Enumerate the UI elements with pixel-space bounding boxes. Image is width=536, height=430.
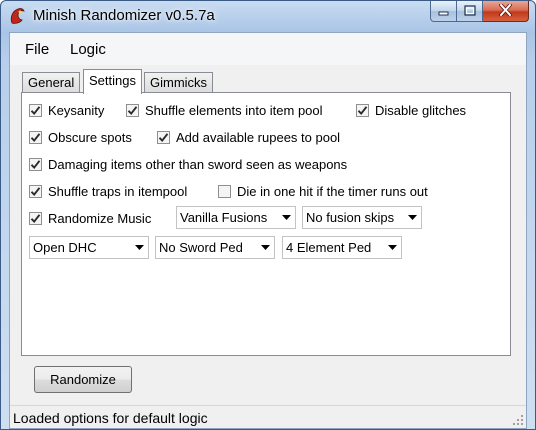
window-title: Minish Randomizer v0.5.7a <box>33 7 215 24</box>
chevron-down-icon <box>277 215 295 220</box>
shuffle-elements-label: Shuffle elements into item pool <box>145 102 323 118</box>
die-one-hit-label: Die in one hit if the timer runs out <box>237 183 428 199</box>
die-one-hit-option[interactable]: Die in one hit if the timer runs out <box>218 183 428 199</box>
checkmark-icon <box>158 132 169 142</box>
sword-ped-select[interactable]: No Sword Ped <box>155 236 275 259</box>
disable-glitches-checkbox[interactable] <box>356 103 369 117</box>
fusion-skips-select-value: No fusion skips <box>306 210 395 225</box>
fusion-skips-select[interactable]: No fusion skips <box>302 206 422 229</box>
checkmark-icon <box>357 105 368 115</box>
tab-gimmicks[interactable]: Gimmicks <box>144 72 214 93</box>
checkmark-icon <box>30 159 41 169</box>
status-text: Loaded options for default logic <box>13 410 208 426</box>
obscure-spots-option[interactable]: Obscure spots <box>29 129 132 145</box>
randomize-music-checkbox[interactable] <box>29 211 42 225</box>
add-rupees-checkbox[interactable] <box>157 130 170 144</box>
chevron-down-icon <box>256 245 274 250</box>
app-window: Minish Randomizer v0.5.7a File Logic Gen… <box>0 0 536 430</box>
obscure-spots-checkbox[interactable] <box>29 130 42 144</box>
damaging-items-checkbox[interactable] <box>29 157 42 171</box>
checkmark-icon <box>30 186 41 196</box>
menu-bar: File Logic <box>10 33 526 65</box>
shuffle-elements-checkbox[interactable] <box>126 103 139 117</box>
disable-glitches-label: Disable glitches <box>375 102 467 118</box>
resize-grip-icon[interactable] <box>512 414 524 426</box>
sword-ped-select-value: No Sword Ped <box>159 240 243 255</box>
shuffle-traps-label: Shuffle traps in itempool <box>48 183 188 199</box>
keysanity-label: Keysanity <box>48 102 105 118</box>
close-button[interactable] <box>483 1 529 22</box>
fusions-select[interactable]: Vanilla Fusions <box>176 206 296 229</box>
dhc-select[interactable]: Open DHC <box>29 236 149 259</box>
element-ped-select[interactable]: 4 Element Ped <box>282 236 402 259</box>
tab-settings[interactable]: Settings <box>83 69 142 94</box>
shuffle-traps-checkbox[interactable] <box>29 184 42 198</box>
randomize-music-label: Randomize Music <box>48 210 152 226</box>
maximize-button[interactable] <box>457 1 483 22</box>
fusions-select-value: Vanilla Fusions <box>180 210 268 225</box>
tab-general[interactable]: General <box>22 72 81 93</box>
shuffle-elements-option[interactable]: Shuffle elements into item pool <box>126 102 323 118</box>
maximize-icon <box>463 4 476 19</box>
randomize-music-option[interactable]: Randomize Music <box>29 210 151 226</box>
chevron-down-icon <box>383 245 401 250</box>
damaging-items-option[interactable]: Damaging items other than sword seen as … <box>29 156 347 172</box>
close-icon <box>499 2 512 19</box>
chevron-down-icon <box>403 215 421 220</box>
caption-buttons <box>430 1 529 22</box>
dhc-select-value: Open DHC <box>33 240 97 255</box>
checkmark-icon <box>127 105 138 115</box>
tab-strip: General Settings Gimmicks <box>10 69 526 94</box>
title-bar[interactable]: Minish Randomizer v0.5.7a <box>1 1 535 33</box>
minish-cap-icon <box>9 7 25 25</box>
keysanity-checkbox[interactable] <box>29 103 42 117</box>
damaging-items-label: Damaging items other than sword seen as … <box>48 156 348 172</box>
keysanity-option[interactable]: Keysanity <box>29 102 104 118</box>
die-one-hit-checkbox[interactable] <box>218 184 231 198</box>
menu-logic[interactable]: Logic <box>66 41 110 58</box>
element-ped-select-value: 4 Element Ped <box>286 240 372 255</box>
checkmark-icon <box>30 213 41 223</box>
minimize-button[interactable] <box>430 1 457 22</box>
status-bar: Loaded options for default logic <box>10 405 526 428</box>
shuffle-traps-option[interactable]: Shuffle traps in itempool <box>29 183 187 199</box>
disable-glitches-option[interactable]: Disable glitches <box>356 102 466 118</box>
settings-panel: Keysanity Shuffle elements into item poo… <box>21 92 511 356</box>
chevron-down-icon <box>130 245 148 250</box>
checkmark-icon <box>30 132 41 142</box>
menu-file[interactable]: File <box>21 41 53 58</box>
randomize-button[interactable]: Randomize <box>34 366 132 393</box>
checkmark-icon <box>30 105 41 115</box>
minimize-icon <box>438 4 449 19</box>
add-rupees-option[interactable]: Add available rupees to pool <box>157 129 340 145</box>
client-area: File Logic General Settings Gimmicks Key… <box>9 32 527 429</box>
obscure-spots-label: Obscure spots <box>48 129 132 145</box>
add-rupees-label: Add available rupees to pool <box>176 129 341 145</box>
